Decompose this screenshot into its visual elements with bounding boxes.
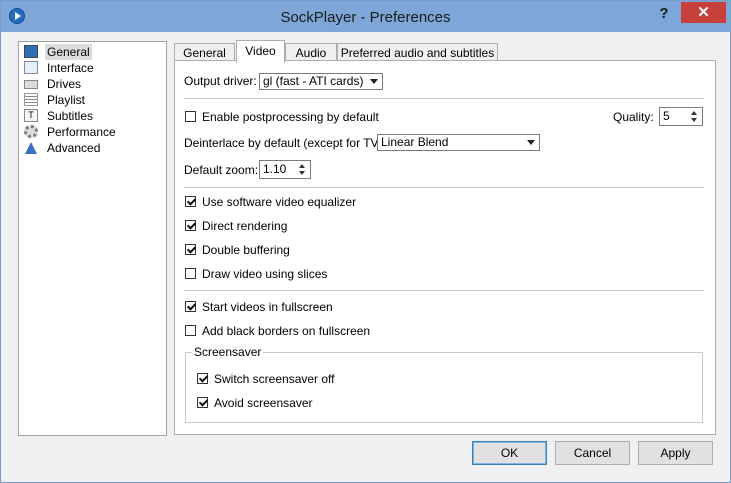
divider [184, 98, 704, 99]
deinterlace-value: Linear Blend [381, 135, 449, 149]
direct-rendering-label: Direct rendering [202, 219, 288, 233]
cancel-button[interactable]: Cancel [555, 441, 630, 465]
video-settings-panel: Output driver: gl (fast - ATI cards) Ena… [174, 60, 716, 435]
divider [184, 290, 704, 291]
sidebar-item-label: Subtitles [47, 109, 94, 123]
sidebar-item-label: General [45, 44, 92, 60]
checkbox-box [185, 244, 196, 255]
output-driver-label: Output driver: [184, 74, 257, 88]
preferences-window: SockPlayer - Preferences ? ✕ General Int… [0, 0, 731, 483]
equalizer-label: Use software video equalizer [202, 195, 357, 209]
checkbox-box [197, 397, 208, 408]
tab-video[interactable]: Video [236, 40, 285, 63]
title-bar[interactable]: SockPlayer - Preferences ? ✕ [1, 1, 730, 32]
checkbox-box [185, 220, 196, 231]
sidebar-item-label: Performance [47, 125, 116, 139]
drive-icon [24, 80, 38, 89]
ok-button[interactable]: OK [472, 441, 547, 465]
window-title: SockPlayer - Preferences [280, 9, 451, 26]
double-buffering-label: Double buffering [202, 243, 290, 257]
chevron-down-icon [527, 140, 535, 145]
screensaver-group-title: Screensaver [192, 345, 264, 359]
sidebar-item-label: Drives [47, 77, 82, 91]
sidebar-item-label: Playlist [47, 93, 86, 107]
monitor-icon [24, 45, 38, 58]
playlist-icon [24, 93, 38, 106]
help-button[interactable]: ? [651, 5, 677, 25]
screensaver-group: Screensaver Switch screensaver off Avoid… [185, 345, 703, 423]
deinterlace-dropdown[interactable]: Linear Blend [377, 134, 540, 151]
avoid-label: Avoid screensaver [214, 396, 313, 410]
checkbox-box [185, 325, 196, 336]
spin-down-icon[interactable] [296, 169, 309, 177]
subtitles-icon: T [24, 109, 38, 122]
checkbox-box [185, 111, 196, 122]
output-driver-value: gl (fast - ATI cards) [263, 74, 364, 88]
dialog-body: General Interface Drives Playlist T Subt… [8, 33, 723, 475]
quality-label: Quality: [613, 110, 654, 124]
chevron-down-icon [370, 79, 378, 84]
sidebar-item-label: Advanced [47, 141, 101, 155]
apply-button[interactable]: Apply [638, 441, 713, 465]
divider [184, 187, 704, 188]
close-button[interactable]: ✕ [681, 2, 726, 23]
zoom-label: Default zoom: [184, 163, 259, 177]
spin-down-icon[interactable] [688, 116, 701, 124]
gear-icon [24, 125, 38, 138]
checkbox-box [185, 301, 196, 312]
deinterlace-label: Deinterlace by default (except for TV): [184, 136, 386, 150]
flask-icon [25, 142, 37, 154]
sidebar-item-label: Interface [47, 61, 94, 75]
zoom-value: 1.10 [263, 162, 287, 176]
zoom-spinbox[interactable]: 1.10 [259, 160, 311, 179]
postprocessing-label: Enable postprocessing by default [202, 110, 379, 124]
interface-icon [24, 61, 38, 74]
black-borders-label: Add black borders on fullscreen [202, 324, 371, 338]
checkbox-box [185, 196, 196, 207]
output-driver-dropdown[interactable]: gl (fast - ATI cards) [259, 73, 383, 90]
category-list[interactable]: General Interface Drives Playlist T Subt… [18, 41, 167, 436]
switch-off-label: Switch screensaver off [214, 372, 335, 386]
slices-label: Draw video using slices [202, 267, 328, 281]
quality-value: 5 [663, 109, 670, 123]
fullscreen-label: Start videos in fullscreen [202, 300, 333, 314]
checkbox-box [197, 373, 208, 384]
quality-spinbox[interactable]: 5 [659, 107, 703, 126]
checkbox-box [185, 268, 196, 279]
